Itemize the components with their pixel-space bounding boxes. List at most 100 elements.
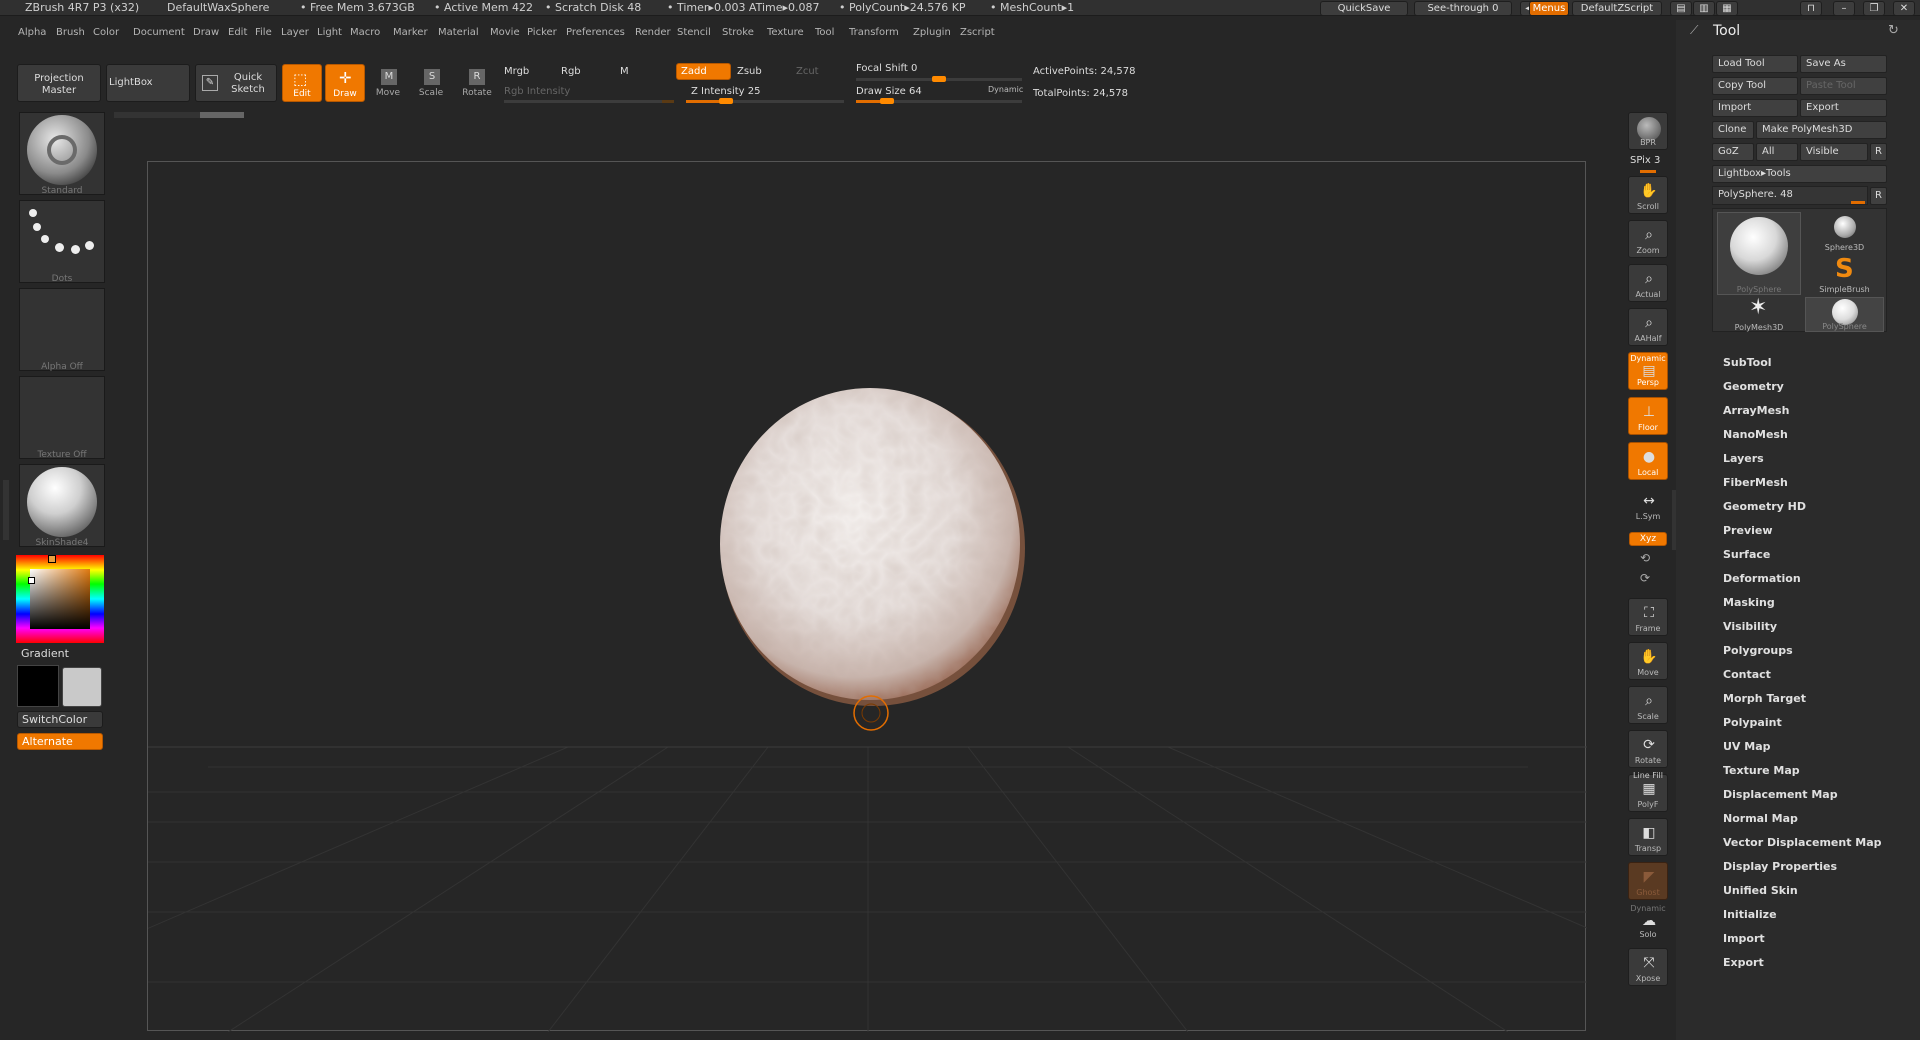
- menu-draw[interactable]: Draw: [193, 27, 219, 38]
- persp-button[interactable]: Dynamic ▤ Persp: [1628, 352, 1668, 390]
- section-nanomesh[interactable]: NanoMesh: [1723, 428, 1788, 441]
- section-masking[interactable]: Masking: [1723, 596, 1775, 609]
- scale-view-button[interactable]: ⌕ Scale: [1628, 686, 1668, 724]
- menu-marker[interactable]: Marker: [393, 27, 428, 38]
- section-normal-map[interactable]: Normal Map: [1723, 812, 1798, 825]
- spix-knob[interactable]: [1640, 170, 1656, 173]
- section-texture-map[interactable]: Texture Map: [1723, 764, 1800, 777]
- scroll-button[interactable]: ✋ Scroll: [1628, 176, 1668, 214]
- zadd-button[interactable]: Zadd: [676, 63, 731, 80]
- thumb-polysphere-big[interactable]: PolySphere: [1717, 212, 1801, 295]
- quick-sketch-button[interactable]: ✎ Quick Sketch: [195, 64, 277, 102]
- local-button[interactable]: ● Local: [1628, 442, 1668, 480]
- rotate-axis-icon[interactable]: ⟲: [1640, 551, 1650, 565]
- shelf-scroll-thumb[interactable]: [200, 112, 244, 118]
- brush-slot[interactable]: Standard: [19, 112, 105, 196]
- rotate-button[interactable]: R Rotate: [458, 64, 496, 102]
- menu-alpha[interactable]: Alpha: [18, 27, 46, 38]
- draw-button[interactable]: ✛ Draw: [325, 64, 365, 102]
- section-layers[interactable]: Layers: [1723, 452, 1764, 465]
- document-canvas[interactable]: [0, 161, 1920, 1033]
- stroke-slot[interactable]: Dots: [19, 200, 105, 284]
- zoom-button[interactable]: ⌕ Zoom: [1628, 220, 1668, 258]
- menu-preferences[interactable]: Preferences: [566, 27, 625, 38]
- z-intensity-track[interactable]: [686, 98, 844, 104]
- material-slot[interactable]: SkinShade4: [19, 464, 105, 548]
- section-visibility[interactable]: Visibility: [1723, 620, 1777, 633]
- pin-icon[interactable]: ⟋: [1690, 23, 1698, 38]
- load-tool-button[interactable]: Load Tool: [1712, 55, 1798, 73]
- menu-picker[interactable]: Picker: [527, 27, 557, 38]
- menu-zplugin[interactable]: Zplugin: [913, 27, 951, 38]
- projection-master-button[interactable]: Projection Master: [17, 64, 101, 102]
- rgb-intensity-slider[interactable]: Rgb Intensity: [504, 86, 570, 97]
- xyz-button[interactable]: Xyz: [1629, 532, 1667, 546]
- current-tool-slider[interactable]: PolySphere. 48: [1712, 186, 1868, 205]
- shelf-scrollbar[interactable]: [114, 112, 244, 118]
- move-view-button[interactable]: ✋ Move: [1628, 642, 1668, 680]
- menu-color[interactable]: Color: [93, 27, 119, 38]
- section-polypaint[interactable]: Polypaint: [1723, 716, 1782, 729]
- lsym-button[interactable]: ↔ L.Sym: [1628, 486, 1668, 524]
- color-picker[interactable]: [16, 555, 104, 643]
- primary-color-swatch[interactable]: [17, 665, 59, 707]
- xpose-button[interactable]: ⤧ Xpose: [1628, 948, 1668, 986]
- focal-shift-slider[interactable]: Focal Shift 0: [856, 63, 917, 74]
- see-through-slider[interactable]: See-through 0: [1414, 1, 1512, 16]
- section-initialize[interactable]: Initialize: [1723, 908, 1777, 921]
- zsub-button[interactable]: Zsub: [737, 66, 762, 77]
- section-preview[interactable]: Preview: [1723, 524, 1773, 537]
- swatch-icon[interactable]: ▤: [1670, 1, 1692, 16]
- menu-stencil[interactable]: Stencil: [677, 27, 711, 38]
- current-tool-knob[interactable]: [1851, 201, 1865, 204]
- section-surface[interactable]: Surface: [1723, 548, 1770, 561]
- menu-material[interactable]: Material: [438, 27, 479, 38]
- default-zscript-button[interactable]: DefaultZScript: [1572, 1, 1662, 16]
- zcut-button[interactable]: Zcut: [796, 66, 819, 77]
- layout-switch-icon[interactable]: ▦: [1716, 1, 1738, 16]
- dynamic-toggle[interactable]: Dynamic: [988, 85, 1023, 94]
- thumb-simplebrush[interactable]: S SimpleBrush: [1805, 254, 1884, 294]
- menu-file[interactable]: File: [255, 27, 272, 38]
- section-uv-map[interactable]: UV Map: [1723, 740, 1771, 753]
- export-button[interactable]: Export: [1800, 99, 1887, 117]
- section-geometry-hd[interactable]: Geometry HD: [1723, 500, 1806, 513]
- section-display-properties[interactable]: Display Properties: [1723, 860, 1837, 873]
- bpr-button[interactable]: BPR: [1628, 112, 1668, 150]
- polyf-button[interactable]: Line Fill ▦ PolyF: [1628, 771, 1668, 812]
- goz-button[interactable]: GoZ: [1712, 143, 1754, 161]
- frame-button[interactable]: ⛶ Frame: [1628, 598, 1668, 636]
- section-morph-target[interactable]: Morph Target: [1723, 692, 1806, 705]
- switch-color-button[interactable]: SwitchColor: [17, 711, 103, 728]
- menu-movie[interactable]: Movie: [490, 27, 520, 38]
- z-intensity-knob[interactable]: [718, 98, 733, 104]
- actual-button[interactable]: ⌕ Actual: [1628, 264, 1668, 302]
- polysphere-mesh[interactable]: [720, 388, 1025, 706]
- menu-transform[interactable]: Transform: [849, 27, 899, 38]
- section-deformation[interactable]: Deformation: [1723, 572, 1801, 585]
- section-contact[interactable]: Contact: [1723, 668, 1771, 681]
- menu-tool[interactable]: Tool: [815, 27, 834, 38]
- rgb-intensity-track[interactable]: [504, 100, 674, 103]
- paste-tool-button[interactable]: Paste Tool: [1800, 77, 1887, 95]
- section-displacement-map[interactable]: Displacement Map: [1723, 788, 1838, 801]
- menu-document[interactable]: Document: [133, 27, 185, 38]
- secondary-color-swatch[interactable]: [62, 667, 102, 707]
- lightbox-button[interactable]: LightBox: [106, 64, 190, 102]
- section-subtool[interactable]: SubTool: [1723, 356, 1772, 369]
- menu-macro[interactable]: Macro: [350, 27, 380, 38]
- edit-button[interactable]: ⬚ Edit: [282, 64, 322, 102]
- focal-shift-track[interactable]: [856, 76, 1022, 82]
- make-polymesh3d-button[interactable]: Make PolyMesh3D: [1756, 121, 1887, 139]
- sv-marker[interactable]: [28, 577, 35, 584]
- lightbox-tools-button[interactable]: Lightbox▸Tools: [1712, 165, 1887, 183]
- thumb-sphere3d[interactable]: Sphere3D: [1805, 212, 1884, 252]
- goz-all-button[interactable]: All: [1756, 143, 1798, 161]
- goz-visible-button[interactable]: Visible: [1800, 143, 1868, 161]
- menu-texture[interactable]: Texture: [767, 27, 804, 38]
- menu-stroke[interactable]: Stroke: [722, 27, 754, 38]
- menu-edit[interactable]: Edit: [228, 27, 247, 38]
- menu-light[interactable]: Light: [317, 27, 342, 38]
- section-geometry[interactable]: Geometry: [1723, 380, 1784, 393]
- transp-button[interactable]: ◧ Transp: [1628, 818, 1668, 856]
